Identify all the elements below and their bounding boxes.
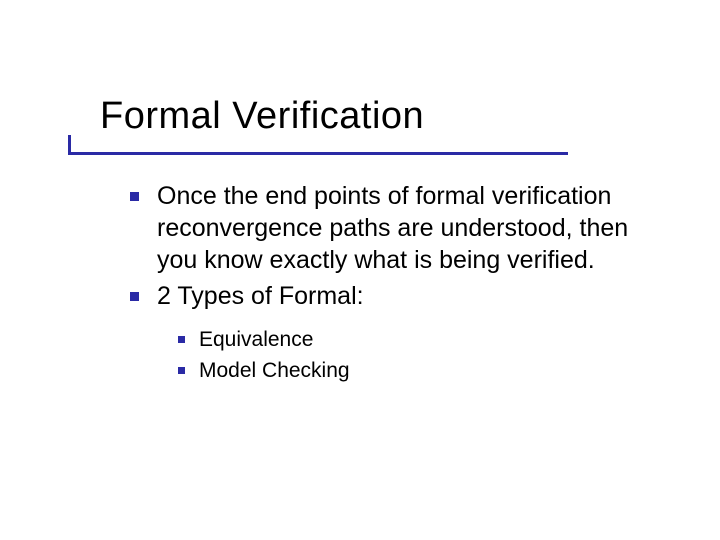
bullet-item: 2 Types of Formal:: [130, 280, 650, 312]
square-bullet-icon: [178, 336, 185, 343]
sub-bullet-group: Equivalence Model Checking: [178, 326, 650, 385]
square-bullet-icon: [178, 367, 185, 374]
bullet-text: Once the end points of formal verificati…: [157, 180, 650, 276]
sub-bullet-item: Equivalence: [178, 326, 650, 353]
sub-bullet-item: Model Checking: [178, 357, 650, 384]
bullet-item: Once the end points of formal verificati…: [130, 180, 650, 276]
sub-bullet-text: Equivalence: [199, 326, 313, 353]
bullet-text: 2 Types of Formal:: [157, 280, 364, 312]
sub-bullet-text: Model Checking: [199, 357, 350, 384]
accent-line: [68, 152, 568, 155]
slide-title: Formal Verification: [100, 95, 424, 138]
square-bullet-icon: [130, 192, 139, 201]
slide-body: Once the end points of formal verificati…: [130, 180, 650, 389]
square-bullet-icon: [130, 292, 139, 301]
slide: Formal Verification Once the end points …: [0, 0, 720, 540]
